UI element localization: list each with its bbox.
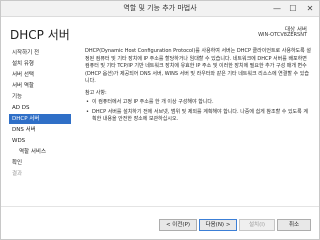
nav-item-before-you-begin[interactable]: 시작하기 전 (1, 48, 71, 58)
main-content: DHCP(Dynamic Host Configuration Protocol… (85, 48, 311, 198)
nav-item-results: 결과 (12, 171, 23, 177)
cancel-button[interactable]: 취소 (277, 219, 311, 231)
previous-button[interactable]: < 이전(P) (159, 219, 197, 231)
nav-item-server-roles[interactable]: 서버 역할 (1, 81, 71, 91)
nav-item-features[interactable]: 기능 (1, 92, 71, 102)
nav-item-confirmation[interactable]: 확인 (1, 158, 71, 168)
title-bar: 역할 및 기능 추가 마법사 — ☐ ✕ (1, 1, 319, 17)
close-icon[interactable]: ✕ (302, 1, 318, 16)
install-button: 설치(I) (239, 219, 275, 231)
nav-item-role-services[interactable]: 역할 서비스 (1, 147, 71, 157)
nav-item-installation-type[interactable]: 설치 유형 (1, 59, 71, 69)
maximize-icon[interactable]: ☐ (285, 1, 301, 16)
minimize-icon[interactable]: — (269, 1, 285, 16)
wizard-footer: < 이전(P) 다음(N) > 설치(I) 취소 (1, 206, 319, 240)
nav-item-wds[interactable]: WDS (1, 136, 71, 146)
nav-item-ad-ds[interactable]: AD DS (1, 103, 71, 113)
description-paragraph: DHCP(Dynamic Host Configuration Protocol… (85, 48, 311, 85)
next-button[interactable]: 다음(N) > (199, 219, 237, 231)
nav-item-dns-server[interactable]: DNS 서버 (1, 125, 71, 135)
list-item: • 이 컴퓨터에서 고정 IP 주소를 한 개 이상 구성해야 합니다. (85, 99, 311, 107)
notice-title: 참고 사항: (85, 90, 107, 96)
notice-list: • 이 컴퓨터에서 고정 IP 주소를 한 개 이상 구성해야 합니다. • D… (85, 99, 311, 126)
list-item-text: DHCP 서버를 설치하기 전에 서브넷, 범위 및 제외를 계획해야 합니다.… (92, 108, 308, 123)
bullet-icon: • (86, 99, 89, 105)
bullet-icon: • (86, 108, 89, 115)
nav-item-server-selection[interactable]: 서버 선택 (1, 70, 71, 80)
destination-server-name: WIN-OTCV8ZERSNT (258, 32, 307, 38)
nav-item-dhcp-server[interactable]: DHCP 서버 (9, 114, 71, 124)
list-item: • DHCP 서버를 설치하기 전에 서브넷, 범위 및 제외를 계획해야 합니… (85, 109, 311, 124)
list-item-text: 이 컴퓨터에서 고정 IP 주소를 한 개 이상 구성해야 합니다. (92, 99, 214, 105)
wizard-step-nav: 시작하기 전 설치 유형 서버 선택 서버 역할 기능 AD DS DHCP 서… (1, 48, 71, 198)
page-title: DHCP 서버 (10, 28, 70, 42)
wizard-window: 역할 및 기능 추가 마법사 — ☐ ✕ DHCP 서버 대상 서버 WIN-O… (0, 0, 320, 240)
page-header: DHCP 서버 대상 서버 WIN-OTCV8ZERSNT (1, 17, 319, 47)
